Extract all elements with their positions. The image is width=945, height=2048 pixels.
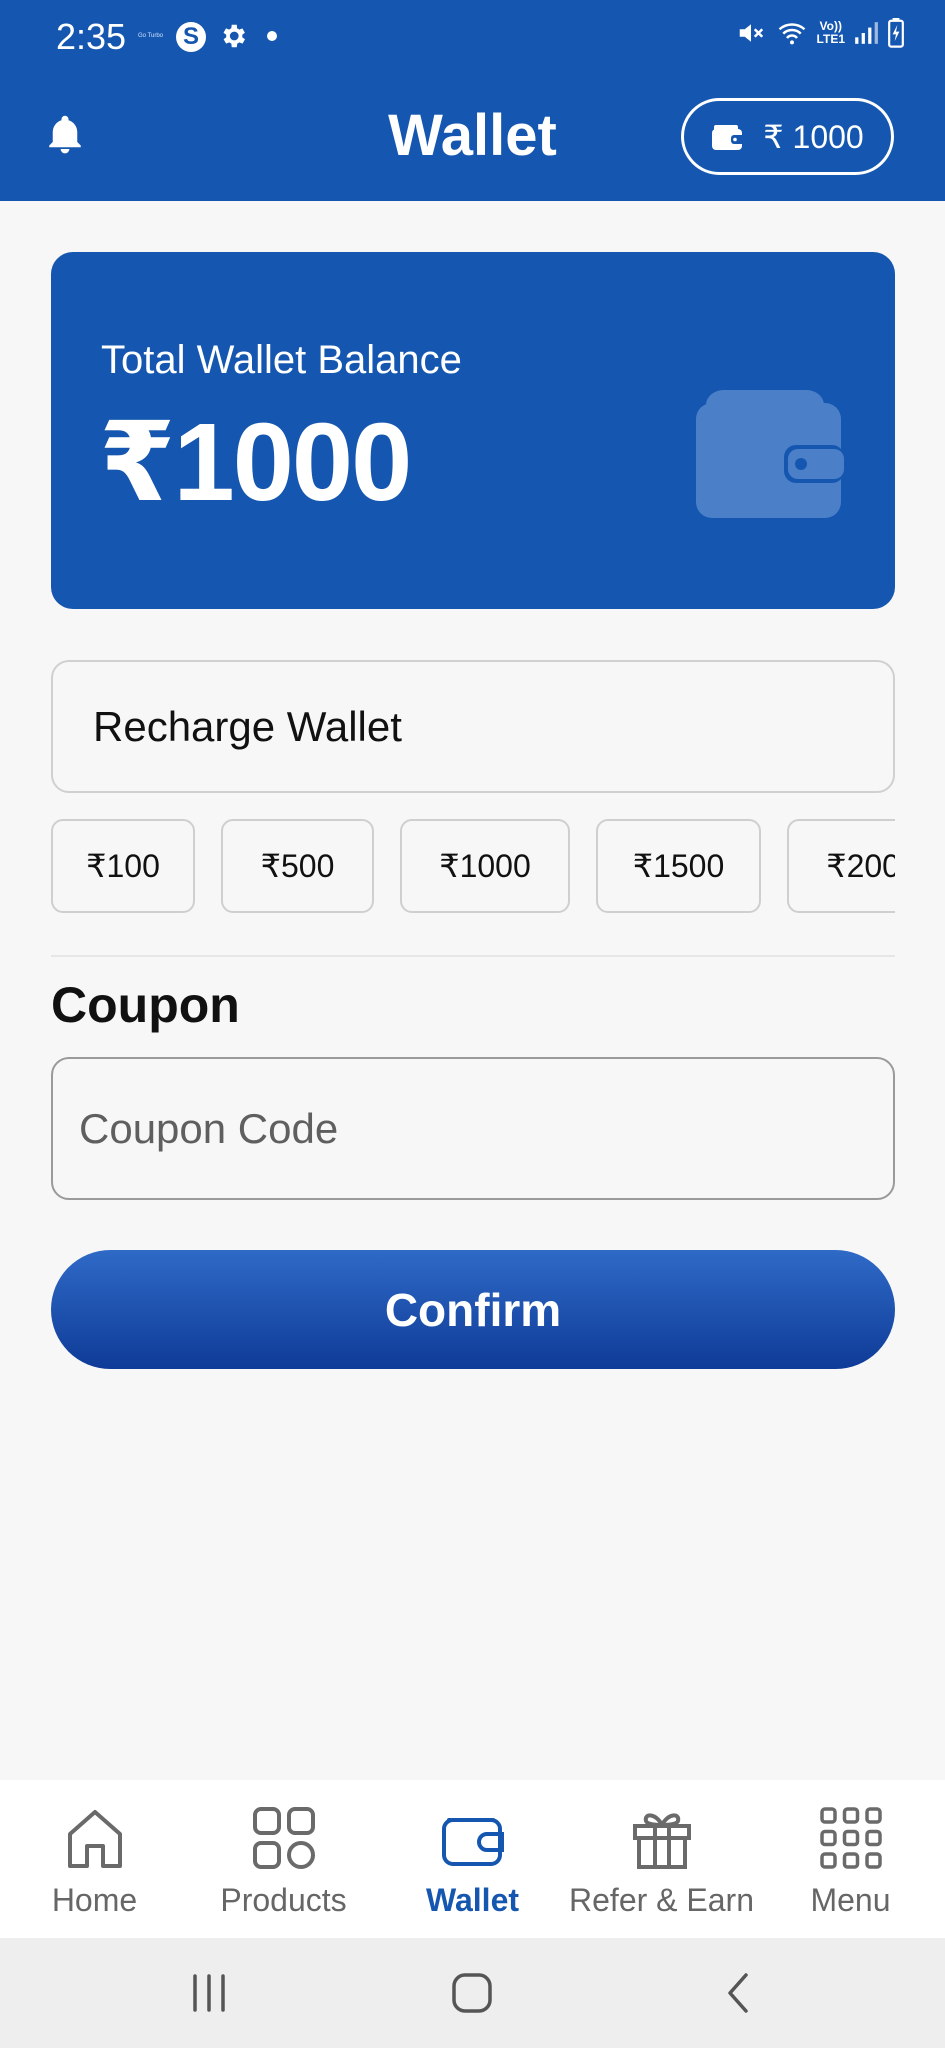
recharge-wallet-label: Recharge Wallet bbox=[93, 702, 402, 750]
amount-chip-1000[interactable]: ₹1000 bbox=[400, 819, 570, 913]
status-icons: Vo)) LTE1 bbox=[735, 18, 905, 48]
notification-dot bbox=[267, 31, 277, 41]
wallet-icon bbox=[441, 1818, 504, 1866]
apps-icon bbox=[819, 1807, 882, 1869]
home-button-icon[interactable] bbox=[450, 1968, 494, 2018]
app-bar: 2:35 Go Turbo S Vo)) LTE1 Wallet ₹ 1000 bbox=[0, 0, 945, 201]
skype-icon: S bbox=[176, 22, 206, 52]
bottom-nav: Home Products Wallet Refer & Earn Menu bbox=[0, 1780, 945, 1938]
coupon-code-input[interactable] bbox=[51, 1057, 895, 1200]
recharge-wallet-field[interactable]: Recharge Wallet bbox=[51, 660, 895, 793]
nav-products[interactable]: Products bbox=[189, 1780, 378, 1938]
mute-icon bbox=[739, 24, 763, 42]
wifi-icon bbox=[778, 23, 805, 45]
divider bbox=[51, 955, 895, 957]
balance-card: Total Wallet Balance ₹1000 bbox=[51, 252, 895, 609]
amount-chip-1500[interactable]: ₹1500 bbox=[596, 819, 761, 913]
nav-refer-earn[interactable]: Refer & Earn bbox=[567, 1780, 756, 1938]
amount-chip-100[interactable]: ₹100 bbox=[51, 819, 195, 913]
status-time: 2:35 bbox=[56, 16, 127, 57]
balance-label: Total Wallet Balance bbox=[101, 338, 462, 382]
wallet-balance-value: ₹ 1000 bbox=[763, 118, 864, 155]
gift-icon bbox=[632, 1813, 691, 1869]
recent-apps-icon[interactable] bbox=[190, 1968, 228, 2018]
recharge-amount-chips[interactable]: ₹100 ₹500 ₹1000 ₹1500 ₹2000 bbox=[51, 819, 895, 913]
back-icon[interactable] bbox=[720, 1968, 754, 2018]
system-nav-bar bbox=[0, 1938, 945, 2048]
settings-icon bbox=[223, 24, 245, 48]
nav-label-home: Home bbox=[51, 1882, 138, 1918]
home-icon bbox=[67, 1810, 122, 1868]
wallet-illustration-icon bbox=[696, 390, 844, 518]
network-type: Vo)) LTE1 bbox=[817, 20, 845, 46]
nav-label-menu: Menu bbox=[810, 1882, 891, 1918]
amount-chip-2000[interactable]: ₹2000 bbox=[787, 819, 895, 913]
battery-icon bbox=[888, 18, 904, 48]
wallet-icon bbox=[712, 124, 746, 150]
nav-label-wallet: Wallet bbox=[425, 1882, 520, 1918]
coupon-heading: Coupon bbox=[51, 977, 240, 1033]
nav-home[interactable]: Home bbox=[0, 1780, 189, 1938]
nav-wallet[interactable]: Wallet bbox=[378, 1780, 567, 1938]
nav-label-refer-earn: Refer & Earn bbox=[569, 1882, 754, 1918]
amount-chip-500[interactable]: ₹500 bbox=[221, 819, 374, 913]
grid-icon bbox=[252, 1807, 315, 1869]
nav-menu[interactable]: Menu bbox=[756, 1780, 945, 1938]
wallet-balance-pill[interactable]: ₹ 1000 bbox=[681, 98, 894, 175]
lte-label: LTE1 bbox=[816, 32, 845, 46]
balance-amount: ₹1000 bbox=[99, 401, 412, 524]
status-bar: 2:35 Go Turbo S Vo)) LTE1 bbox=[0, 0, 945, 74]
confirm-button[interactable]: Confirm bbox=[51, 1250, 895, 1369]
nav-label-products: Products bbox=[220, 1882, 347, 1918]
status-tiny-text: Go Turbo bbox=[138, 33, 164, 39]
signal-icon bbox=[855, 22, 878, 44]
